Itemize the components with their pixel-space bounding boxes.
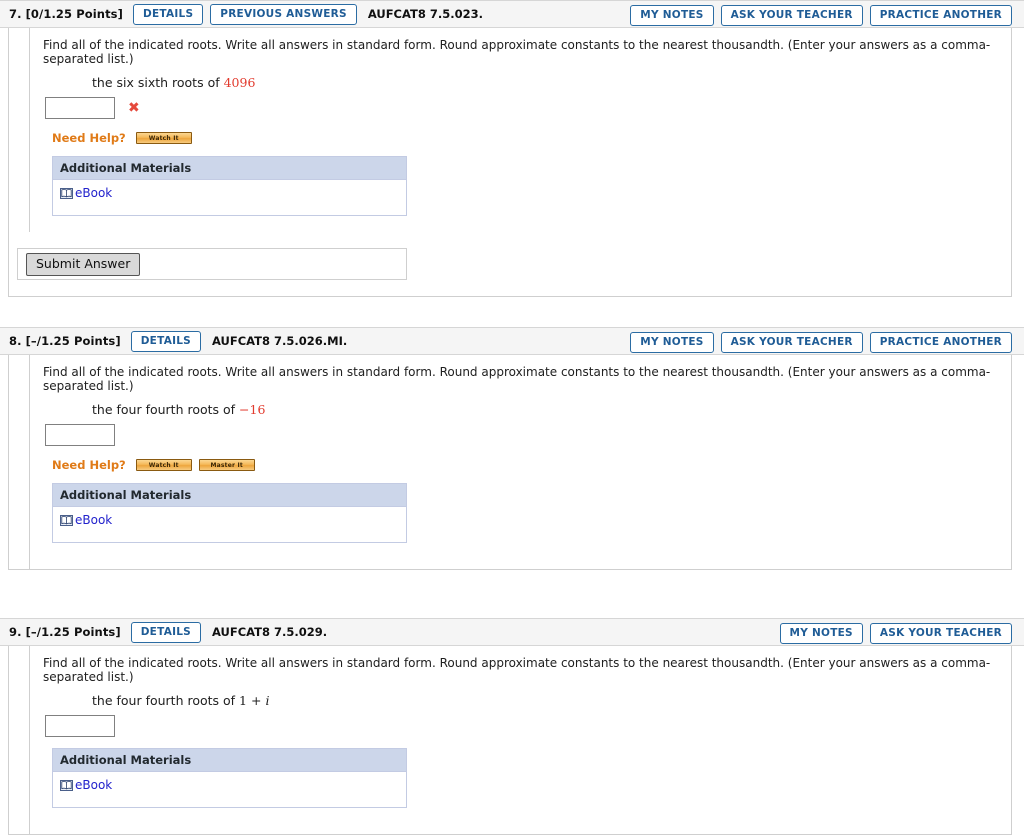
previous-answers-button-7[interactable]: PREVIOUS ANSWERS (210, 3, 357, 25)
submit-answer-row-7: Submit Answer (17, 248, 407, 280)
details-button-8[interactable]: DETAILS (130, 330, 201, 352)
practice-another-button-8[interactable]: PRACTICE ANOTHER (869, 331, 1012, 353)
ebook-link-label-7: eBook (75, 186, 113, 200)
question-points-8: 8. [–/1.25 Points] (9, 334, 121, 348)
question-header-7: 7. [0/1.25 Points] DETAILS PREVIOUS ANSWE… (0, 0, 1024, 28)
question-body-7: Find all of the indicated roots. Write a… (29, 28, 1011, 232)
card-bottom-pad-8 (43, 543, 1011, 569)
question-expression-7: the six sixth roots of 4096 (92, 75, 1011, 90)
my-notes-button-7[interactable]: MY NOTES (630, 4, 714, 26)
ebook-link-7[interactable]: eBook (60, 187, 112, 200)
question-points-9: 9. [–/1.25 Points] (9, 625, 121, 639)
question-prompt-7: Find all of the indicated roots. Write a… (43, 38, 991, 66)
ebook-link-8[interactable]: eBook (60, 514, 112, 527)
question-gap-8-9 (0, 570, 1024, 618)
additional-materials-body-9: eBook (53, 772, 406, 807)
expression-prefix-9: the four fourth roots of (92, 693, 240, 708)
additional-materials-title-9: Additional Materials (53, 749, 406, 772)
question-card-7: Find all of the indicated roots. Write a… (8, 28, 1012, 297)
card-bottom-pad-9 (43, 808, 1011, 834)
details-button-7[interactable]: DETAILS (132, 3, 204, 25)
question-header-actions-8: MY NOTES ASK YOUR TEACHER PRACTICE ANOTH… (623, 328, 1012, 356)
answer-input-8[interactable] (45, 424, 115, 446)
question-gap-7-8 (0, 297, 1024, 327)
additional-materials-title-8: Additional Materials (53, 484, 406, 507)
my-notes-button-9[interactable]: MY NOTES (779, 622, 863, 644)
question-card-9: Find all of the indicated roots. Write a… (8, 646, 1012, 835)
details-button-9[interactable]: DETAILS (130, 621, 201, 643)
expression-value-8: −16 (239, 402, 266, 417)
expression-value-7: 4096 (223, 75, 256, 90)
answer-input-9[interactable] (45, 715, 115, 737)
additional-materials-panel-8: Additional Materials eBook (52, 483, 407, 543)
card-spacer-7 (43, 216, 1011, 232)
additional-materials-panel-7: Additional Materials eBook (52, 156, 407, 216)
answer-input-7[interactable] (45, 97, 115, 119)
ebook-link-label-8: eBook (75, 513, 113, 527)
submit-answer-button-7[interactable]: Submit Answer (26, 252, 141, 276)
question-tag-8: AUFCAT8 7.5.026.MI. (212, 334, 348, 348)
question-body-8: Find all of the indicated roots. Write a… (29, 355, 1011, 569)
incorrect-icon-7: ✖ (128, 100, 140, 116)
ebook-link-9[interactable]: eBook (60, 779, 112, 792)
my-notes-button-8[interactable]: MY NOTES (630, 331, 714, 353)
additional-materials-title-7: Additional Materials (53, 157, 406, 180)
question-body-9: Find all of the indicated roots. Write a… (29, 646, 1011, 834)
question-tag-7: AUFCAT8 7.5.023. (367, 7, 483, 21)
ebook-link-label-9: eBook (75, 778, 113, 792)
question-points-7: 7. [0/1.25 Points] (9, 7, 123, 21)
answer-row-7: ✖ (45, 97, 1011, 119)
open-book-icon (60, 780, 73, 791)
question-tag-9: AUFCAT8 7.5.029. (212, 625, 328, 639)
watch-it-button-7[interactable]: Watch It (135, 132, 192, 144)
open-book-icon (60, 188, 73, 199)
master-it-button-8[interactable]: Master It (198, 459, 255, 471)
additional-materials-body-7: eBook (53, 180, 406, 215)
assignment-page: 7. [0/1.25 Points] DETAILS PREVIOUS ANSWE… (0, 0, 1024, 835)
need-help-row-8: Need Help? Watch It Master It (52, 458, 1011, 472)
card-bottom-pad-7 (9, 280, 1011, 296)
question-header-8: 8. [–/1.25 Points] DETAILS AUFCAT8 7.5.02… (0, 327, 1024, 355)
additional-materials-panel-9: Additional Materials eBook (52, 748, 407, 808)
additional-materials-body-8: eBook (53, 507, 406, 542)
open-book-icon (60, 515, 73, 526)
need-help-label-8: Need Help? (52, 458, 126, 472)
question-card-8: Find all of the indicated roots. Write a… (8, 355, 1012, 570)
expression-prefix-7: the six sixth roots of (92, 75, 224, 90)
expression-value-9: 1 + i (239, 693, 270, 708)
ask-your-teacher-button-9[interactable]: ASK YOUR TEACHER (869, 622, 1012, 644)
question-expression-9: the four fourth roots of 1 + i (92, 693, 1011, 708)
expression-prefix-8: the four fourth roots of (92, 402, 240, 417)
ask-your-teacher-button-8[interactable]: ASK YOUR TEACHER (720, 331, 863, 353)
question-header-actions-7: MY NOTES ASK YOUR TEACHER PRACTICE ANOTH… (623, 1, 1012, 29)
question-header-9: 9. [–/1.25 Points] DETAILS AUFCAT8 7.5.02… (0, 618, 1024, 646)
ask-your-teacher-button-7[interactable]: ASK YOUR TEACHER (720, 4, 863, 26)
question-header-actions-9: MY NOTES ASK YOUR TEACHER (773, 619, 1012, 647)
need-help-row-7: Need Help? Watch It (52, 131, 1011, 145)
watch-it-button-8[interactable]: Watch It (135, 459, 192, 471)
question-prompt-9: Find all of the indicated roots. Write a… (43, 656, 991, 684)
question-prompt-8: Find all of the indicated roots. Write a… (43, 365, 991, 393)
question-expression-8: the four fourth roots of −16 (92, 402, 1011, 417)
answer-row-9 (45, 715, 1011, 737)
need-help-label-7: Need Help? (52, 131, 126, 145)
answer-row-8 (45, 424, 1011, 446)
practice-another-button-7[interactable]: PRACTICE ANOTHER (869, 4, 1012, 26)
